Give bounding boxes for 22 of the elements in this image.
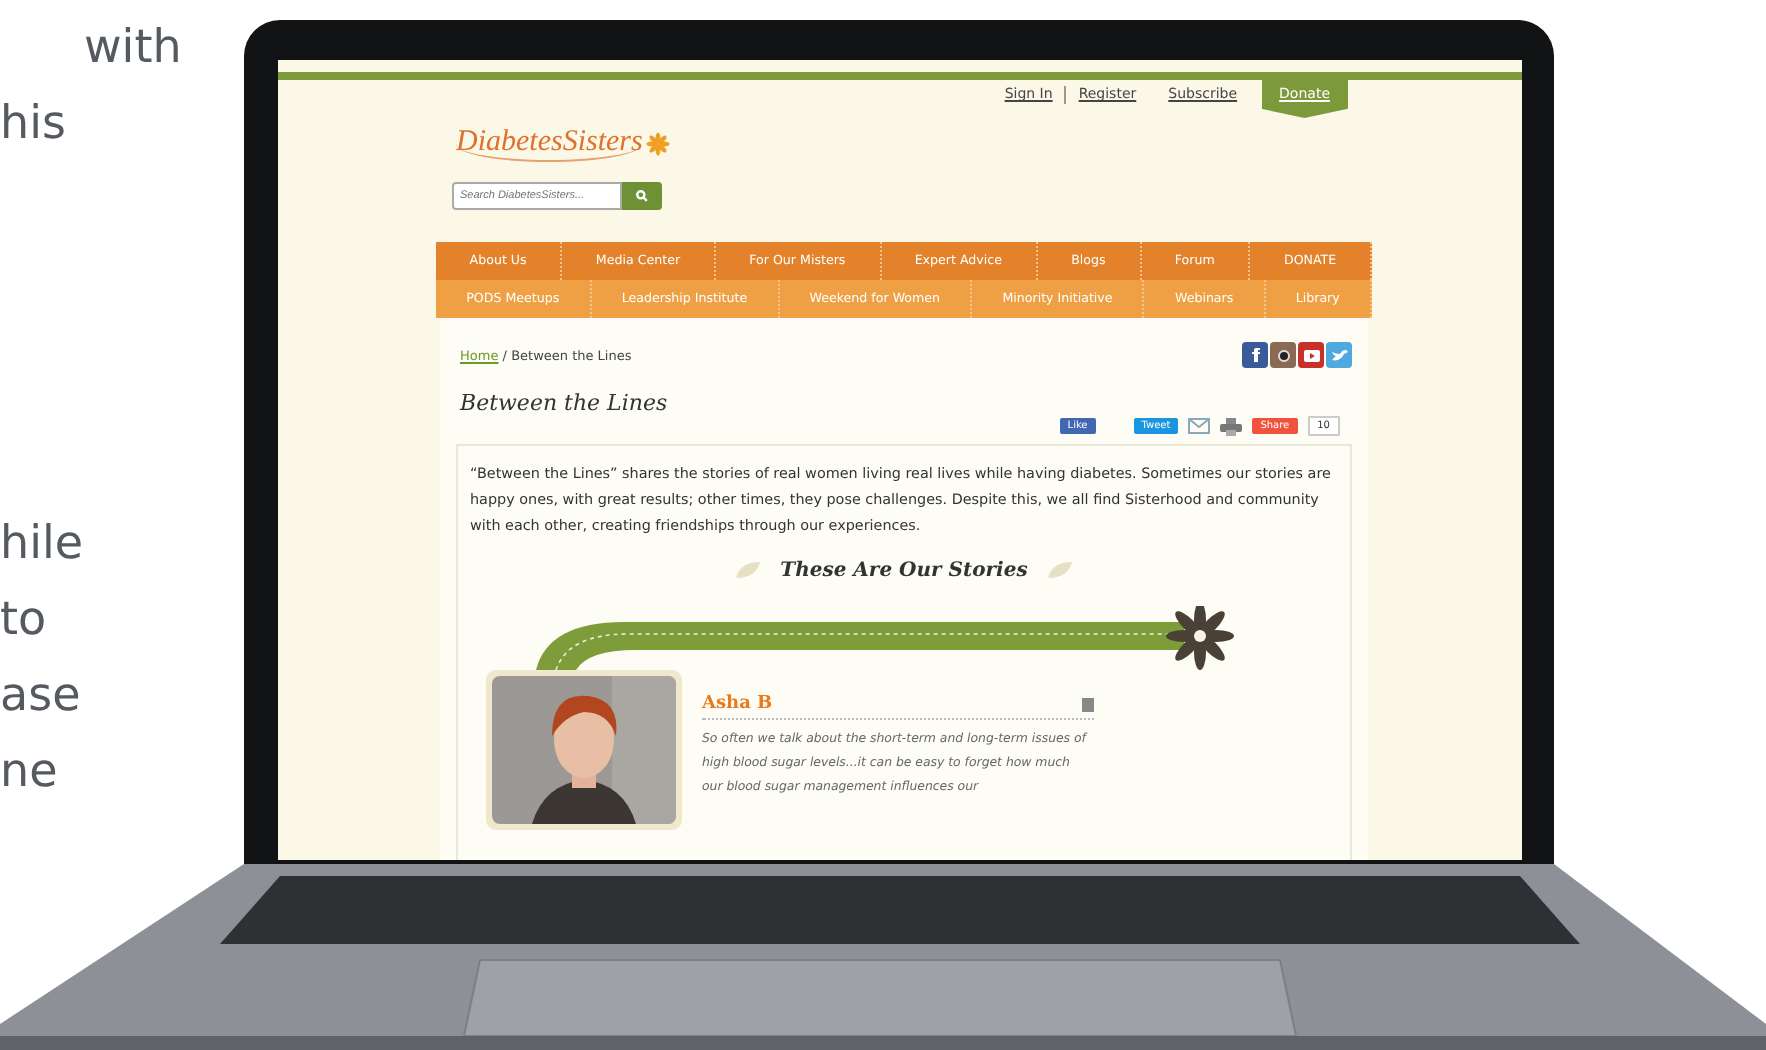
search-icon [636, 190, 648, 202]
mail-icon[interactable] [1188, 418, 1211, 434]
page-title: Between the Lines [460, 390, 670, 416]
video-icon[interactable] [1298, 342, 1324, 368]
search-button[interactable] [622, 182, 662, 210]
body-text: his [0, 96, 66, 154]
leaf-icon [1043, 558, 1076, 582]
camera-icon[interactable] [1270, 342, 1296, 368]
body-text: ne [0, 744, 58, 802]
document-icon[interactable] [1082, 697, 1094, 711]
bird-icon[interactable] [1326, 342, 1352, 368]
facebook-icon[interactable] [1242, 342, 1268, 368]
story-name[interactable]: Asha B [702, 694, 773, 714]
section-title: These Are Our Stories [780, 559, 1028, 581]
body-text: ase [0, 668, 81, 726]
body-text: to [0, 592, 47, 650]
printer-icon[interactable] [1220, 417, 1243, 435]
flower-icon [646, 132, 671, 156]
body-text: with [82, 20, 182, 78]
logo-text: DiabetesSisters [456, 126, 643, 162]
leaf-icon [732, 558, 765, 582]
body-text: hile [0, 516, 84, 574]
